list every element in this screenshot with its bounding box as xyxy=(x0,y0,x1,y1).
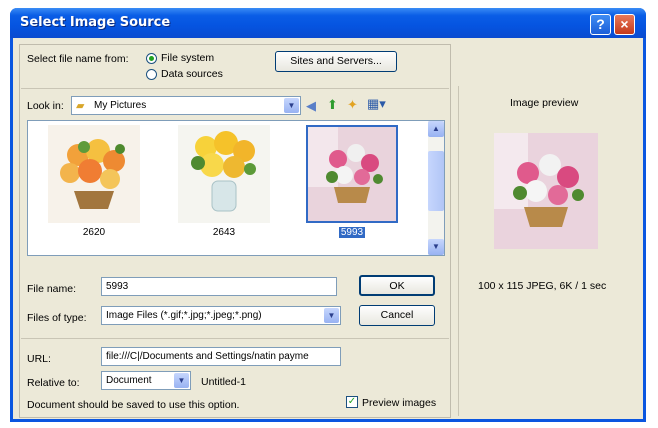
title-bar[interactable]: Select Image Source ? × xyxy=(10,8,646,38)
thumbnail-5993[interactable] xyxy=(306,125,398,223)
relative-combo[interactable]: Document ▼ xyxy=(101,371,191,390)
filetype-value: Image Files (*.gif;*.jpg;*.jpeg;*.png) xyxy=(106,310,262,321)
divider-top xyxy=(21,88,449,89)
relative-label: Relative to: xyxy=(27,377,80,389)
lookin-combo[interactable]: ▰ My Pictures ▼ xyxy=(71,96,301,115)
select-image-source-dialog: Select Image Source ? × Select file name… xyxy=(10,8,646,422)
preview-images-label[interactable]: Preview images xyxy=(362,397,436,409)
filetype-label: Files of type: xyxy=(27,312,87,324)
filename-input[interactable]: 5993 xyxy=(101,277,337,296)
chevron-down-icon[interactable]: ▼ xyxy=(324,308,339,323)
lookin-value: My Pictures xyxy=(94,100,147,111)
relative-value: Document xyxy=(106,375,152,386)
chevron-down-icon[interactable]: ▼ xyxy=(174,373,189,388)
preview-info: 100 x 115 JPEG, 6K / 1 sec xyxy=(478,280,607,292)
thumbnail-2643[interactable] xyxy=(178,125,270,223)
preview-flower-image xyxy=(494,133,598,249)
sites-and-servers-button[interactable]: Sites and Servers... xyxy=(275,51,397,72)
filename-label: File name: xyxy=(27,283,77,295)
help-icon[interactable]: ? xyxy=(590,14,611,35)
flower-image-2620 xyxy=(48,125,140,223)
folder-icon: ▰ xyxy=(76,100,85,112)
scroll-down-icon[interactable]: ▼ xyxy=(428,239,444,255)
radio-file-system[interactable] xyxy=(146,53,157,64)
flower-image-5993 xyxy=(308,127,396,221)
radio-data-sources[interactable] xyxy=(146,69,157,80)
radio-data-sources-label[interactable]: Data sources xyxy=(161,68,223,80)
relative-document-name: Untitled-1 xyxy=(201,376,246,388)
lookin-label: Look in: xyxy=(27,100,64,112)
ok-button[interactable]: OK xyxy=(359,275,435,296)
preview-images-checkbox[interactable]: ✓ xyxy=(346,396,358,408)
scroll-up-icon[interactable]: ▲ xyxy=(428,121,444,137)
chevron-down-icon[interactable]: ▼ xyxy=(284,98,299,113)
thumbnail-label-2620: 2620 xyxy=(82,227,106,238)
flower-image-2643 xyxy=(178,125,270,223)
window-title: Select Image Source xyxy=(20,15,171,30)
scroll-thumb[interactable] xyxy=(428,151,444,211)
cancel-button[interactable]: Cancel xyxy=(359,305,435,326)
up-folder-icon[interactable]: ⬆ xyxy=(327,97,338,113)
thumbnail-label-2643: 2643 xyxy=(212,227,236,238)
thumbnail-2620[interactable] xyxy=(48,125,140,223)
filetype-combo[interactable]: Image Files (*.gif;*.jpg;*.jpeg;*.png) ▼ xyxy=(101,306,341,325)
url-input[interactable]: file:///C|/Documents and Settings/natin … xyxy=(101,347,341,366)
view-menu-icon[interactable]: ▦▾ xyxy=(367,96,386,112)
new-folder-icon[interactable]: ✦ xyxy=(347,97,358,113)
divider-bottom xyxy=(21,338,449,339)
preview-image xyxy=(494,133,598,249)
preview-title: Image preview xyxy=(510,97,579,109)
save-note: Document should be saved to use this opt… xyxy=(27,399,240,411)
thumbnail-scrollbar[interactable]: ▲ ▼ xyxy=(428,121,444,255)
thumbnail-label-5993: 5993 xyxy=(338,227,366,238)
source-label: Select file name from: xyxy=(27,53,129,65)
url-label: URL: xyxy=(27,353,51,365)
close-icon[interactable]: × xyxy=(614,14,635,35)
back-icon[interactable]: ◀ xyxy=(306,98,316,114)
thumbnail-list[interactable]: 2620 2643 5993 ▲ ▼ xyxy=(27,120,445,256)
radio-file-system-label[interactable]: File system xyxy=(161,52,214,64)
